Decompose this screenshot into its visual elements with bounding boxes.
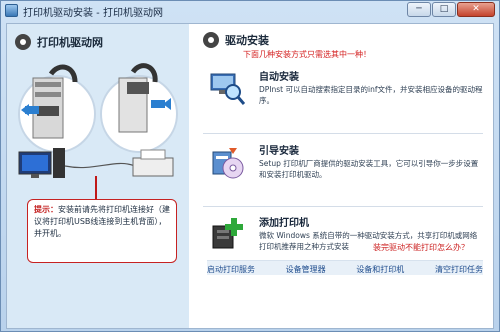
devices-and-printers-link[interactable]: 设备和打印机 (356, 264, 404, 275)
printer-connection-illustration (18, 63, 178, 178)
tip-label: 提示： (34, 205, 58, 214)
bottom-links: 启动打印服务 设备管理器 设备和打印机 清空打印任务 (207, 264, 483, 275)
gear-icon (15, 34, 31, 50)
window-content: 打印机驱动网 提示：安装前请先将打印机连接好（建议将打印机USB线连接到主机背面… (6, 23, 494, 329)
window-title: 打印机驱动安装 - 打印机驱动网 (23, 8, 163, 19)
faq-link[interactable]: 装完驱动不能打印怎么办？ (373, 242, 469, 253)
left-header: 打印机驱动网 (15, 32, 103, 52)
installer-window: 打印机驱动安装 - 打印机驱动网 ─ □ ✕ 打印机驱动网 提示：安装前请先将打… (0, 0, 500, 332)
left-panel: 打印机驱动网 提示：安装前请先将打印机连接好（建议将打印机USB线连接到主机背面… (7, 24, 189, 328)
right-panel: 驱动安装 下面几种安装方式只需选其中一种！ 自动安装 DPInst 可以自动搜索… (197, 24, 493, 328)
divider (203, 206, 483, 207)
magnifier-computer-icon (210, 73, 245, 105)
option-description: DPInst 可以自动搜索指定目录的inf文件，并安装相应设备的驱动程序。 (259, 85, 483, 105)
add-printer-icon (212, 218, 243, 249)
divider (203, 133, 483, 134)
option-auto-install[interactable]: 自动安装 DPInst 可以自动搜索指定目录的inf文件，并安装相应设备的驱动程… (197, 64, 485, 130)
window-controls: ─ □ ✕ (407, 2, 495, 17)
option-title: 自动安装 (259, 72, 299, 83)
clear-print-queue-link[interactable]: 清空打印任务 (435, 264, 483, 275)
option-description: Setup 打印机厂商提供的驱动安装工具，它可以引导你一步步设置和安装打印机驱动… (259, 159, 479, 179)
option-title: 引导安装 (259, 146, 299, 157)
minimize-button[interactable]: ─ (407, 2, 431, 17)
left-title: 打印机驱动网 (37, 36, 103, 49)
start-print-service-link[interactable]: 启动打印服务 (207, 264, 255, 275)
close-button[interactable]: ✕ (457, 2, 495, 17)
right-subtitle: 下面几种安装方式只需选其中一种！ (243, 50, 371, 59)
right-header: 驱动安装 (203, 32, 269, 48)
maximize-button[interactable]: □ (432, 2, 456, 17)
device-manager-link[interactable]: 设备管理器 (286, 264, 326, 275)
setup-disc-icon (212, 148, 244, 179)
tip-box: 提示：安装前请先将打印机连接好（建议将打印机USB线连接到主机背面），并开机。 (27, 199, 177, 263)
title-bar[interactable]: 打印机驱动安装 - 打印机驱动网 ─ □ ✕ (1, 1, 499, 21)
app-icon (5, 4, 18, 17)
gear-icon (203, 32, 219, 48)
option-title: 添加打印机 (259, 218, 309, 229)
right-title: 驱动安装 (225, 34, 269, 47)
option-guided-install[interactable]: 引导安装 Setup 打印机厂商提供的驱动安装工具，它可以引导你一步步设置和安装… (197, 138, 485, 204)
